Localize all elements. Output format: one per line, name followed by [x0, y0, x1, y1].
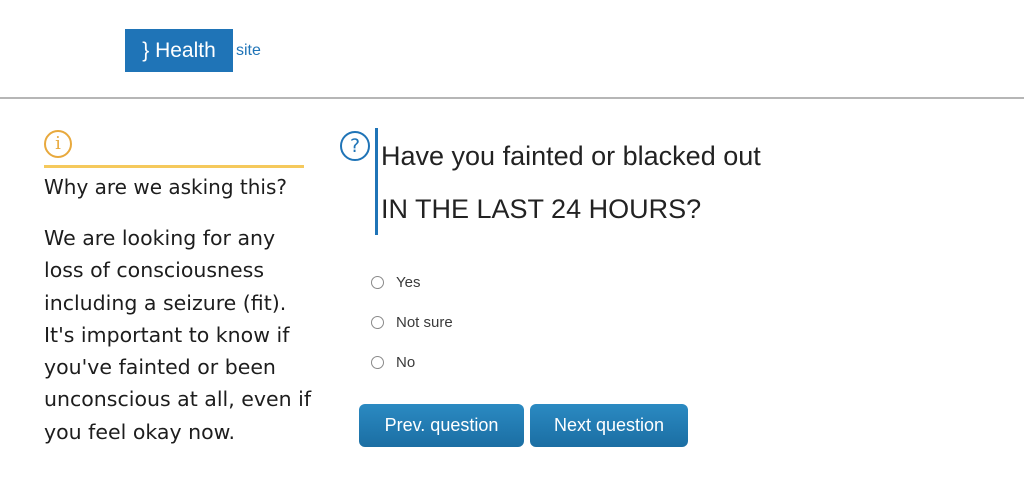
question-text: Have you fainted or blacked out [381, 141, 761, 171]
prev-question-button[interactable]: Prev. question [359, 404, 524, 447]
option-not-sure[interactable]: Not sure [371, 312, 453, 332]
why-asking-explanation: We are looking for any loss of conscious… [44, 226, 312, 444]
radio-no[interactable] [371, 355, 384, 369]
radio-not-sure[interactable] [371, 315, 384, 329]
health-logo[interactable]: } Health [125, 29, 233, 72]
radio-yes[interactable] [371, 275, 384, 289]
info-divider [44, 165, 304, 168]
option-label-yes[interactable]: Yes [396, 274, 420, 291]
question-timeframe: IN THE LAST 24 HOURS? [381, 194, 702, 224]
question-accent-bar [375, 128, 378, 235]
option-label-no[interactable]: No [396, 354, 415, 371]
option-label-not-sure[interactable]: Not sure [396, 314, 453, 331]
option-no[interactable]: No [371, 352, 415, 372]
why-asking-heading: Why are we asking this? [44, 175, 288, 199]
site-header: } Health site [0, 0, 1024, 99]
option-yes[interactable]: Yes [371, 272, 420, 292]
next-question-button[interactable]: Next question [530, 404, 688, 447]
info-icon: i [44, 130, 72, 158]
logo-site-suffix[interactable]: site [236, 42, 261, 60]
question-help-icon: ? [340, 131, 370, 161]
